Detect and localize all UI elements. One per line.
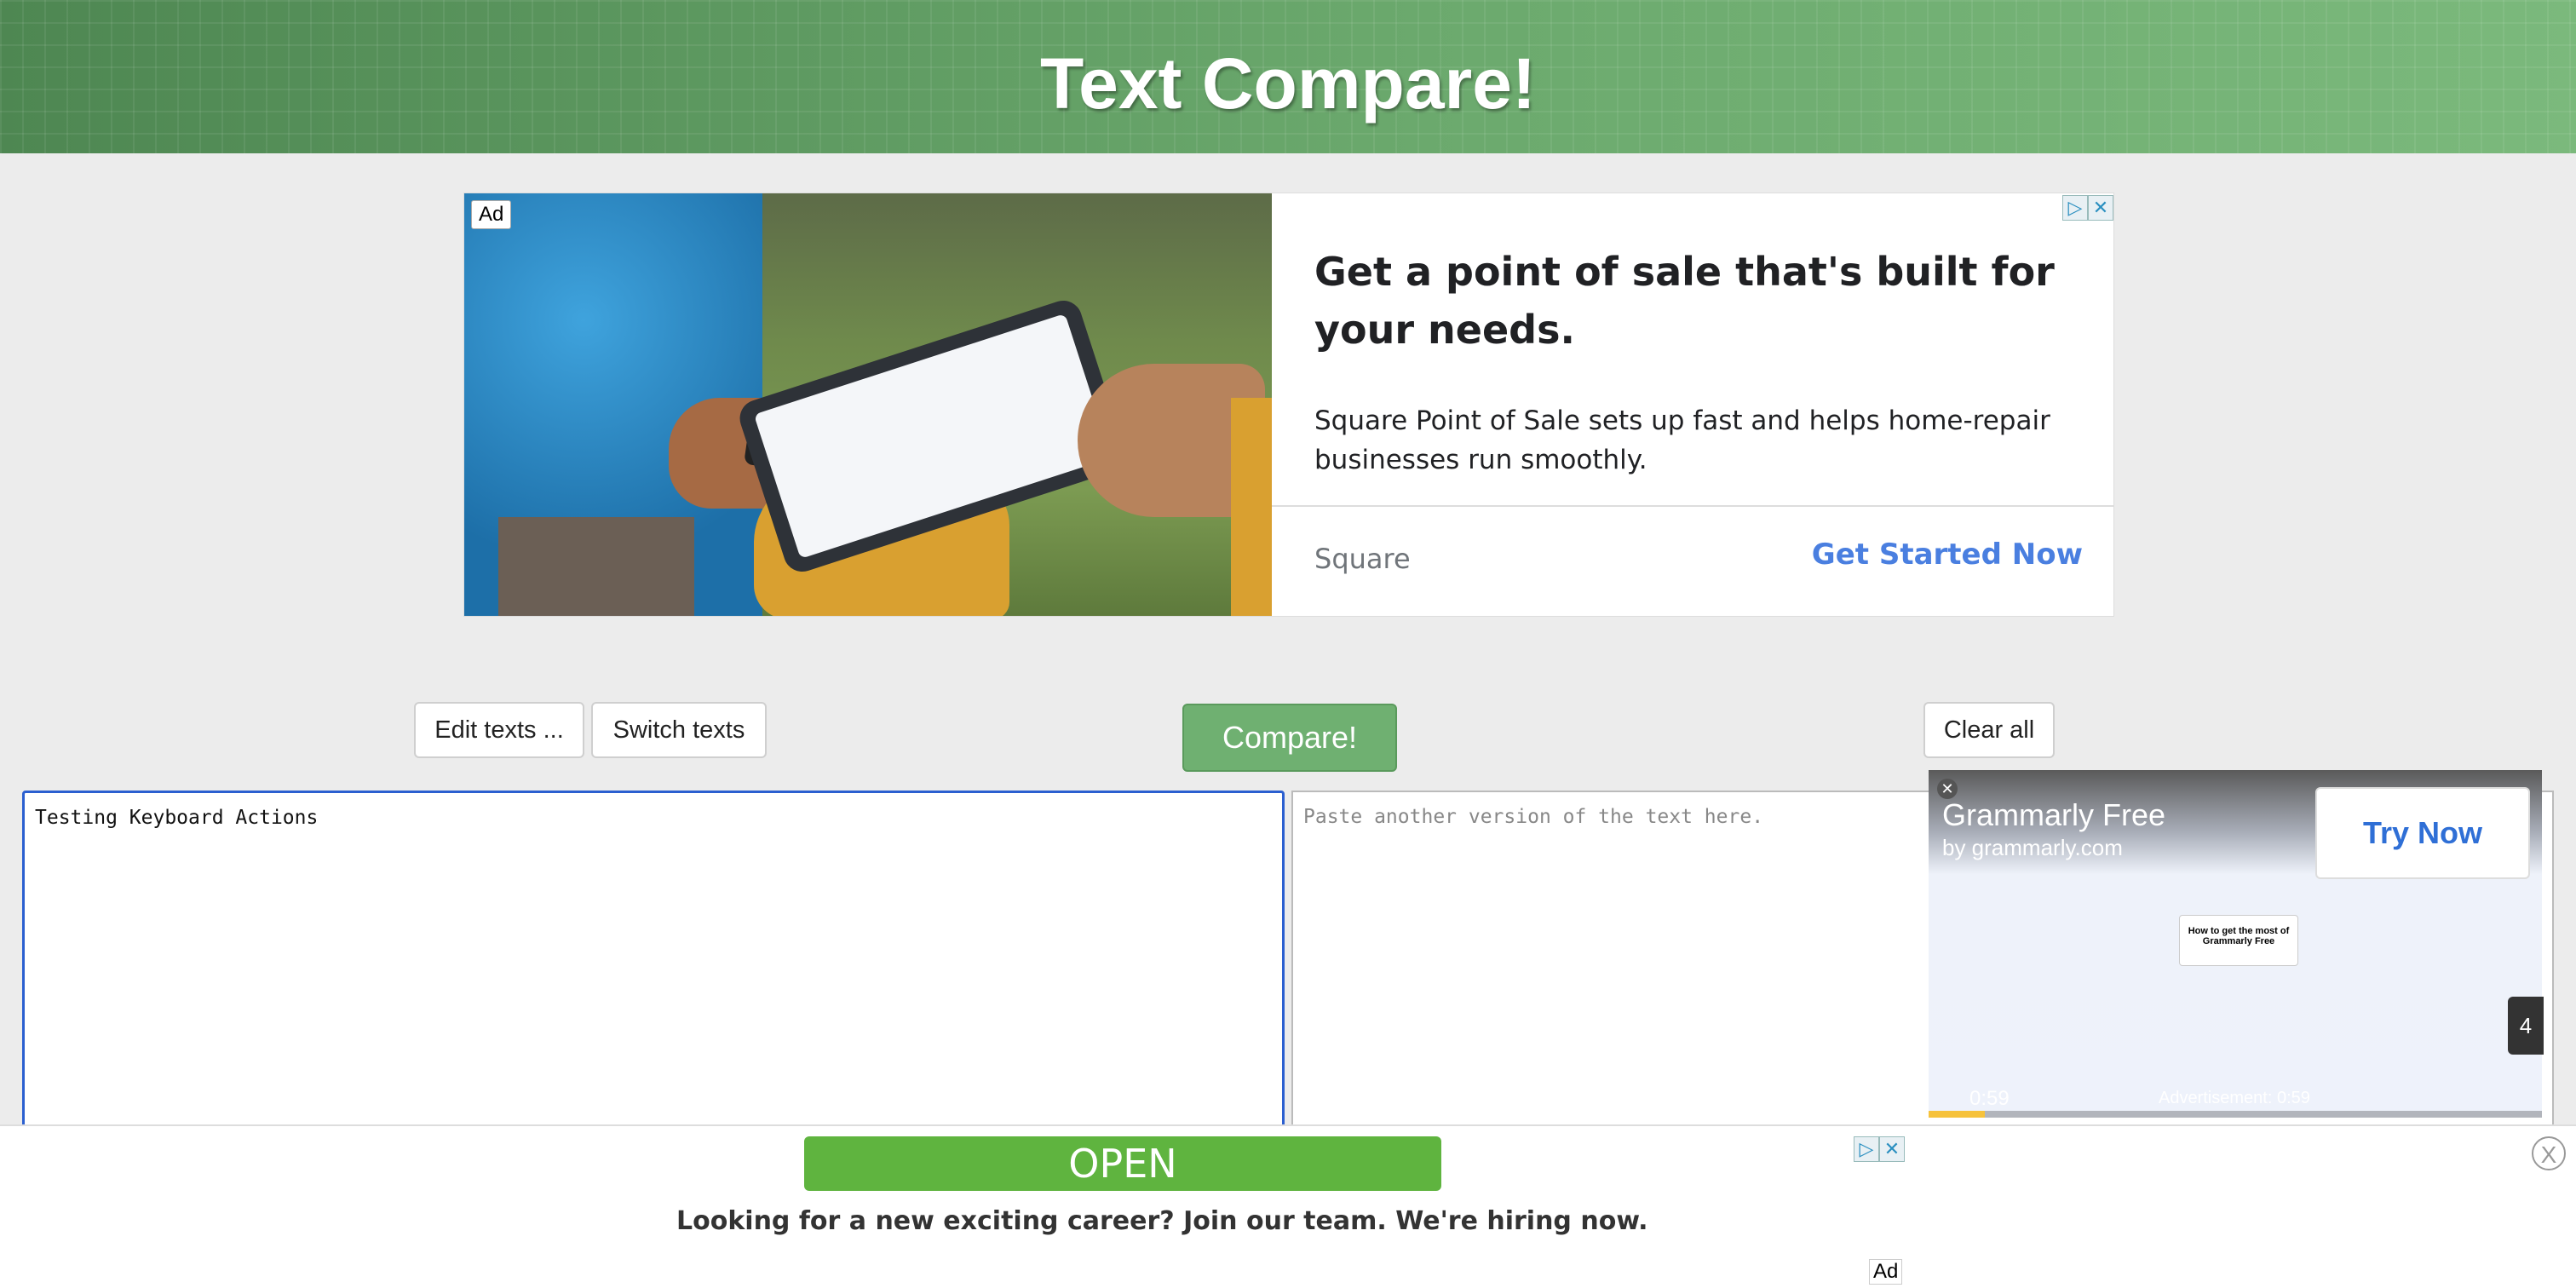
ad-advertiser: Square (1314, 543, 1411, 575)
bottom-ad-text[interactable]: Looking for a new exciting career? Join … (676, 1206, 1648, 1236)
video-time: 0:59 (1969, 1087, 2010, 1110)
ad-divider (1272, 505, 2113, 507)
video-close-icon[interactable]: ✕ (1937, 779, 1958, 799)
video-ad-subtitle: by grammarly.com (1942, 835, 2123, 860)
video-ad-time: Advertisement: 0:59 (2159, 1089, 2310, 1107)
top-ad-banner[interactable]: Ad Get a point of sale that's built for … (463, 193, 2114, 617)
edit-texts-button[interactable]: Edit texts ... (414, 702, 584, 758)
page-title: Text Compare! (1040, 43, 1536, 124)
site-header: Text Compare! (0, 0, 2576, 153)
video-try-now-button[interactable]: Try Now (2315, 787, 2530, 879)
bottom-ad-banner[interactable]: OPEN Looking for a new exciting career? … (0, 1124, 2576, 1288)
adchoices-icon[interactable]: ▷ (2062, 195, 2088, 221)
bottom-close-icon[interactable]: X (2532, 1136, 2566, 1170)
compare-button[interactable]: Compare! (1182, 704, 1397, 772)
video-ad[interactable]: ✕ Grammarly Free by grammarly.com Try No… (1929, 770, 2542, 1118)
video-progress-fill (1929, 1111, 1985, 1118)
bottom-ad-tag: Ad (1869, 1259, 1903, 1285)
side-counter-tab[interactable]: 4 (2508, 997, 2544, 1055)
photo-tablet-screen (753, 313, 1113, 559)
video-progress-bar[interactable] (1929, 1111, 2542, 1118)
bottom-adchoices-icon[interactable]: ▷ (1854, 1136, 1879, 1162)
ad-close-icon[interactable]: ✕ (2088, 195, 2113, 221)
ad-photo[interactable]: Ad (464, 193, 1272, 616)
bottom-ad-x-icon[interactable]: ✕ (1879, 1136, 1905, 1162)
ad-headline[interactable]: Get a point of sale that's built for you… (1314, 243, 2064, 359)
photo-pants (498, 517, 694, 616)
photo-glove-right (1231, 398, 1272, 616)
ad-label: Ad (471, 200, 512, 229)
ad-body: Square Point of Sale sets up fast and he… (1314, 405, 2050, 475)
open-button[interactable]: OPEN (804, 1136, 1441, 1191)
video-thumbnail: How to get the most of Grammarly Free (2179, 915, 2298, 966)
clear-all-button[interactable]: Clear all (1923, 702, 2055, 758)
video-ad-title: Grammarly Free (1942, 797, 2166, 832)
left-text-input[interactable]: Testing Keyboard Actions (22, 791, 1285, 1131)
ad-cta-link[interactable]: Get Started Now (1812, 538, 2083, 572)
ad-text-panel[interactable]: Get a point of sale that's built for you… (1272, 193, 2113, 616)
switch-texts-button[interactable]: Switch texts (591, 702, 767, 758)
